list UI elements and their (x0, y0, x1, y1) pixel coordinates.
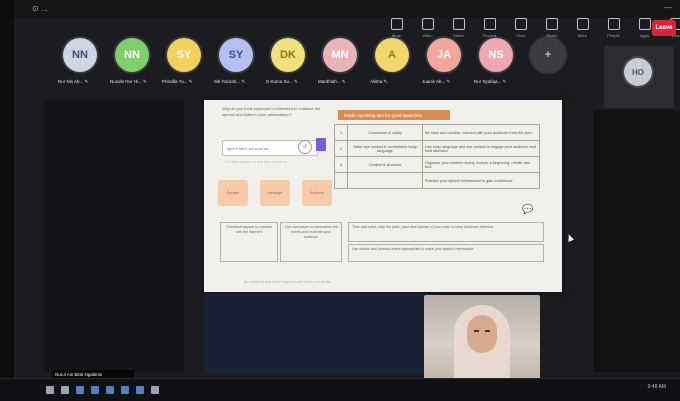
flow-box: Message (260, 180, 290, 206)
participant-avatar: DK (271, 38, 305, 72)
table-row: Practice your speech beforehand to gain … (335, 173, 540, 189)
chat-bubble-icon: 💬 (522, 204, 538, 216)
row-description: Practice your speech beforehand to gain … (423, 173, 540, 189)
row-number: 2 (335, 141, 348, 157)
store-icon[interactable] (151, 386, 159, 394)
bottom-left-box: Emotional appeal to connect with the lis… (220, 222, 278, 262)
participant-name: D Kuma Su... ✎ (266, 79, 314, 85)
dark-left-panel (44, 100, 184, 372)
row-topic: Make eye contact & comfortable body lang… (348, 141, 423, 157)
windows-taskbar: 9:48 AM (0, 378, 680, 401)
toolbar-icon (639, 18, 651, 30)
file-icon (316, 138, 326, 151)
taskbar-apps (46, 386, 159, 394)
table-row: 1Connection & clarityBe clear and concis… (335, 125, 540, 141)
slide-faint-text: The best speech is one that connects (224, 160, 332, 170)
meeting-screen: ⊙ ... — MuteVideoShareRecordChatReactMor… (14, 0, 680, 390)
dark-right-panel (594, 110, 680, 372)
tips-table: 1Connection & clarityBe clear and concis… (334, 124, 540, 189)
participant-tile[interactable]: JA Juanis Ab... ✎ (422, 38, 468, 94)
participant-name: Nur Syafiqa... ✎ (474, 79, 522, 85)
toolbar-icon (453, 18, 465, 30)
participant-avatar: NS (479, 38, 513, 72)
participant-avatar: MN (323, 38, 357, 72)
row-topic (348, 173, 423, 189)
row-number (335, 173, 348, 189)
participant-name: Siti Yazirah... ✎ (214, 79, 262, 85)
browser-icon[interactable] (91, 386, 99, 394)
taskbar-clock[interactable]: 9:48 AM (648, 384, 666, 390)
participant-name: Priscilla Yu... ✎ (162, 79, 210, 85)
bottom-mid-box: Give conclusion to summarise the points … (280, 222, 342, 262)
window-controls[interactable]: ⊙ ... (32, 4, 48, 13)
participant-name: Nur Nis Ab... ✎ (58, 79, 106, 85)
speaker-eye (474, 330, 479, 332)
participant-tile[interactable]: + (526, 38, 572, 94)
bottom-right-box-1: Tone and voice: vary the pitch, pace and… (348, 222, 544, 242)
participant-avatar: NN (63, 38, 97, 72)
participant-name: Mardhiah... ✎ (318, 79, 366, 85)
toolbar-icon (546, 18, 558, 30)
participant-avatar: SY (219, 38, 253, 72)
participant-avatar: JA (427, 38, 461, 72)
self-avatar: HO (624, 58, 652, 86)
presentation-background (204, 294, 436, 374)
toolbar-icon (484, 18, 496, 30)
self-video-tile[interactable]: HO (604, 46, 674, 108)
flow-box: Speaker (218, 180, 248, 206)
start-icon[interactable] (46, 386, 54, 394)
toolbar-icon (515, 18, 527, 30)
participant-tile[interactable]: NS Nur Syafiqa... ✎ (474, 38, 520, 94)
flow-diagram: Speaker Message Audience (218, 180, 336, 210)
leave-button[interactable]: Leave (652, 20, 676, 36)
row-topic: Connection & clarity (348, 125, 423, 141)
row-number: 1 (335, 125, 348, 141)
shared-slide: Why do you think someone is interested t… (204, 100, 562, 292)
search-icon[interactable] (61, 386, 69, 394)
participant-tile[interactable]: NN Nuralis Nur Hi... ✎ (110, 38, 156, 94)
task-view-icon[interactable] (76, 386, 84, 394)
participant-avatar: NN (115, 38, 149, 72)
participant-tile[interactable]: A Alisha ✎ (370, 38, 416, 94)
toolbar-icon (391, 18, 403, 30)
participant-avatar: A (375, 38, 409, 72)
speaker-eye (485, 330, 490, 332)
slide-footer: Be confident and don't forget to smile w… (244, 280, 484, 284)
flow-box: Audience (302, 180, 332, 206)
row-description: Organize your content clearly; include a… (423, 157, 540, 173)
participant-tile[interactable]: MN Mardhiah... ✎ (318, 38, 364, 94)
participant-tile[interactable]: DK D Kuma Su... ✎ (266, 38, 312, 94)
participant-tile[interactable]: SY Priscilla Yu... ✎ (162, 38, 208, 94)
mouse-cursor-icon (566, 233, 574, 242)
participant-tile[interactable]: SY Siti Yazirah... ✎ (214, 38, 260, 94)
speaker-video[interactable] (424, 295, 540, 379)
participant-name: Nuralis Nur Hi... ✎ (110, 79, 158, 85)
slide-question: Why do you think someone is interested t… (222, 106, 332, 118)
toolbar-icon (422, 18, 434, 30)
refresh-icon: ↺ (298, 140, 312, 154)
row-number: 3 (335, 157, 348, 173)
participant-name: Juanis Ab... ✎ (422, 79, 470, 85)
slide-heading: Public speaking tips for good speeches (338, 110, 450, 120)
toolbar-icon (608, 18, 620, 30)
toolbar-icon (577, 18, 589, 30)
row-description: Use body language and eye contact to eng… (423, 141, 540, 157)
participant-avatar: + (531, 38, 565, 72)
meeting-app-icon[interactable] (136, 386, 144, 394)
row-topic: Content & structure (348, 157, 423, 173)
participant-name: Alisha ✎ (370, 79, 418, 85)
folder-icon[interactable] (106, 386, 114, 394)
participant-gallery: NN Nur Nis Ab... ✎ NN Nuralis Nur Hi... ✎ SY… (58, 38, 618, 94)
speaker-face (467, 315, 497, 353)
bottom-right-box-2: Use stories and humour where appropriate… (348, 244, 544, 262)
mail-icon[interactable] (121, 386, 129, 394)
row-description: Be clear and concise; connect with your … (423, 125, 540, 141)
minimize-button[interactable]: — (664, 3, 672, 12)
table-row: 2Make eye contact & comfortable body lan… (335, 141, 540, 157)
participant-tile[interactable]: NN Nur Nis Ab... ✎ (58, 38, 104, 94)
toolbar-label: Apps (640, 33, 649, 38)
participant-avatar: SY (167, 38, 201, 72)
table-row: 3Content & structureOrganize your conten… (335, 157, 540, 173)
